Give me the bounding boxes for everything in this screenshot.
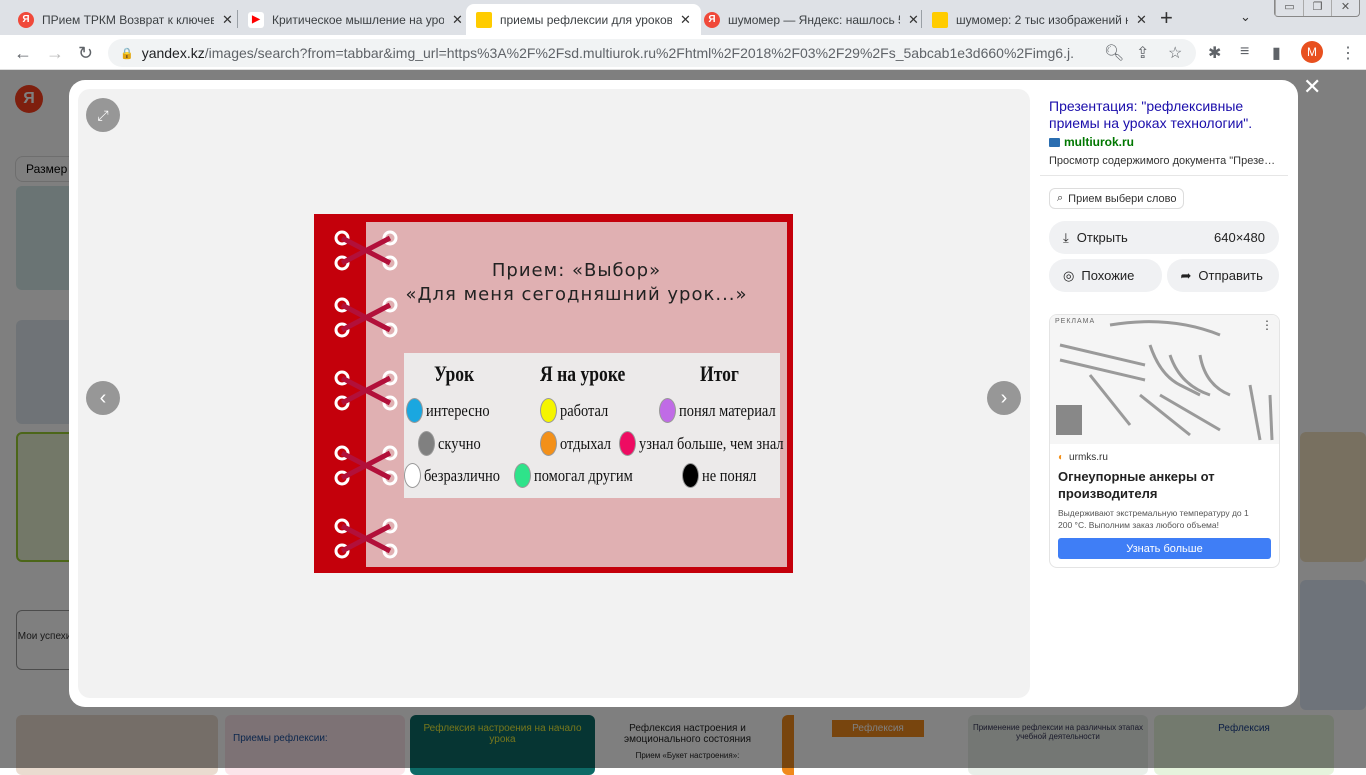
url-path: /images/search?from=tabbar&img_url=https… — [204, 45, 1075, 61]
menu-icon[interactable]: ⋮ — [1340, 43, 1356, 63]
source-description: Просмотр содержимого документа "Презента… — [1049, 155, 1288, 167]
similar-label: Похожие — [1081, 268, 1135, 283]
search-suggestion-chip[interactable]: ⌕ Прием выбери слово — [1049, 188, 1185, 209]
close-tab-icon[interactable]: ✕ — [908, 12, 919, 28]
option-item: помогал другим — [514, 463, 650, 488]
search-icon: ⌕ — [1057, 192, 1064, 204]
next-image-button[interactable]: › — [987, 381, 1021, 415]
back-icon[interactable]: ← — [14, 43, 32, 64]
ad-image: РЕКЛАМА ⋮ — [1050, 315, 1279, 444]
book-icon — [1049, 137, 1060, 147]
lock-icon: 🔒 — [120, 47, 134, 60]
close-tab-icon[interactable]: ✕ — [452, 12, 463, 28]
tab-title: приемы рефлексии для уроков с — [500, 12, 672, 27]
option-item: узнал больше, чем знал — [619, 431, 809, 456]
ad-title[interactable]: Огнеупорные анкеры от производителя — [1050, 463, 1230, 502]
share-button[interactable]: ➦ Отправить — [1166, 259, 1279, 292]
window-controls: ▭ ❐ ✕ — [1274, 0, 1360, 17]
minimize-icon[interactable]: ▭ — [1275, 0, 1303, 16]
url-host: yandex.kz — [141, 45, 205, 61]
bookmark-star-icon[interactable]: ☆ — [1168, 43, 1182, 63]
share-icon[interactable]: ⇪ — [1136, 43, 1149, 63]
close-tab-icon[interactable]: ✕ — [1136, 12, 1147, 28]
extensions-icon[interactable]: ✱ — [1208, 43, 1221, 63]
column-header: Урок — [434, 361, 475, 386]
tab-title: шумомер: 2 тыс изображений на — [956, 12, 1128, 27]
info-panel: Презентация: "рефлексивные приемы на уро… — [1040, 89, 1288, 568]
play-icon: ▶ — [248, 11, 264, 28]
new-tab-button[interactable]: + — [1160, 5, 1173, 31]
close-tab-icon[interactable]: ✕ — [680, 12, 691, 28]
tab-bar: Я ПРием ТРКМ Возврат к ключевым ✕ ▶ Критиче… — [0, 0, 1366, 35]
close-viewer-icon[interactable]: ✕ — [1303, 74, 1321, 100]
anchors-illustration — [1056, 320, 1274, 441]
option-item: скучно — [418, 431, 488, 456]
open-label: Открыть — [1076, 229, 1128, 245]
open-button[interactable]: ⤓ Открыть 640×480 — [1049, 221, 1279, 254]
option-item: интересно — [406, 398, 501, 423]
column-header: Я на уроке — [540, 361, 626, 386]
advertiser-logo-icon: ◐ — [1058, 452, 1065, 463]
url-input[interactable]: 🔒 yandex.kz/images/search?from=tabbar&im… — [108, 39, 1196, 67]
side-panel-icon[interactable]: ▮ — [1272, 43, 1281, 63]
choice-table: Урок Я на уроке Итог интересно скучно бе… — [404, 353, 784, 498]
tab-4[interactable]: шумомер: 2 тыс изображений на ✕ — [922, 4, 1157, 35]
option-item: безразлично — [404, 463, 513, 488]
divider — [1040, 175, 1288, 176]
chip-label: Прием выбери слово — [1068, 192, 1177, 205]
media-icon[interactable]: ≡ — [1240, 43, 1249, 61]
address-bar: ← → ↻ 🔒 yandex.kz/images/search?from=tab… — [0, 35, 1366, 70]
option-item: работал — [540, 398, 617, 423]
tab-title: шумомер — Яндекс: нашлось 5 тыс — [728, 12, 900, 27]
advertisement[interactable]: РЕКЛАМА ⋮ ◐ urmks.ru Огнеупорные анкеры о… — [1049, 314, 1280, 568]
image-icon — [932, 11, 948, 28]
slide-subtitle: «Для меня сегодняшний урок...» — [405, 284, 748, 305]
close-tab-icon[interactable]: ✕ — [222, 12, 233, 28]
ad-learn-more-button[interactable]: Узнать больше — [1058, 538, 1271, 559]
reload-icon[interactable]: ↻ — [78, 43, 93, 64]
source-domain: multiurok.ru — [1064, 135, 1135, 149]
source-link[interactable]: multiurok.ru — [1040, 132, 1288, 152]
ad-text: Выдерживают экстремальную температуру до… — [1058, 508, 1249, 530]
tab-3[interactable]: Яшумомер — Яндекс: нашлось 5 тыс ✕ — [694, 4, 929, 35]
option-item: понял материал — [659, 398, 793, 423]
slide-title: Прием: «Выбор» — [491, 260, 662, 281]
restore-icon[interactable]: ❐ — [1303, 0, 1331, 16]
previous-image-button[interactable]: ‹ — [86, 381, 120, 415]
tab-0[interactable]: Я ПРием ТРКМ Возврат к ключевым ✕ — [8, 4, 243, 35]
lace-decoration — [314, 230, 404, 573]
share-label: Отправить — [1198, 268, 1263, 283]
share-arrow-icon: ➦ — [1180, 267, 1192, 283]
image-viewer-modal: ⤢ ‹ › Прием: «Выбор» «Для меня сегодняшн… — [69, 80, 1298, 707]
lens-icon: ◎ — [1063, 267, 1075, 283]
download-icon: ⤓ — [1063, 229, 1069, 245]
similar-button[interactable]: ◎ Похожие — [1049, 259, 1162, 292]
tab-search-chevron-icon[interactable]: ⌄ — [1240, 9, 1251, 25]
profile-avatar[interactable]: M — [1301, 41, 1323, 63]
source-card: Презентация: "рефлексивные приемы на уро… — [1040, 89, 1288, 300]
yandex-icon: Я — [704, 11, 720, 28]
close-window-icon[interactable]: ✕ — [1331, 0, 1359, 16]
image-stage: ⤢ ‹ › Прием: «Выбор» «Для меня сегодняшн… — [78, 89, 1030, 698]
tab-1[interactable]: ▶ Критическое мышление на уроке ✕ — [238, 4, 473, 35]
source-title-link[interactable]: Презентация: "рефлексивные приемы на уро… — [1040, 89, 1288, 132]
zoom-icon[interactable]: 🔍︎ — [1104, 43, 1124, 63]
preview-image: Прием: «Выбор» «Для меня сегодняшний уро… — [314, 214, 793, 573]
column-header: Итог — [700, 361, 739, 386]
fullscreen-icon[interactable]: ⤢ — [86, 98, 120, 132]
slide-paper: Прием: «Выбор» «Для меня сегодняшний уро… — [366, 222, 787, 567]
ad-domain: urmks.ru — [1069, 452, 1108, 463]
option-item: не понял — [682, 463, 766, 488]
image-dimensions: 640×480 — [1214, 230, 1265, 245]
yandex-icon: Я — [18, 11, 34, 28]
option-item: отдыхал — [540, 431, 620, 456]
tab-title: ПРием ТРКМ Возврат к ключевым — [42, 12, 214, 27]
tab-2-active[interactable]: приемы рефлексии для уроков с ✕ — [466, 4, 701, 35]
image-icon — [476, 11, 492, 28]
tab-title: Критическое мышление на уроке — [272, 12, 444, 27]
forward-icon[interactable]: → — [46, 43, 64, 64]
